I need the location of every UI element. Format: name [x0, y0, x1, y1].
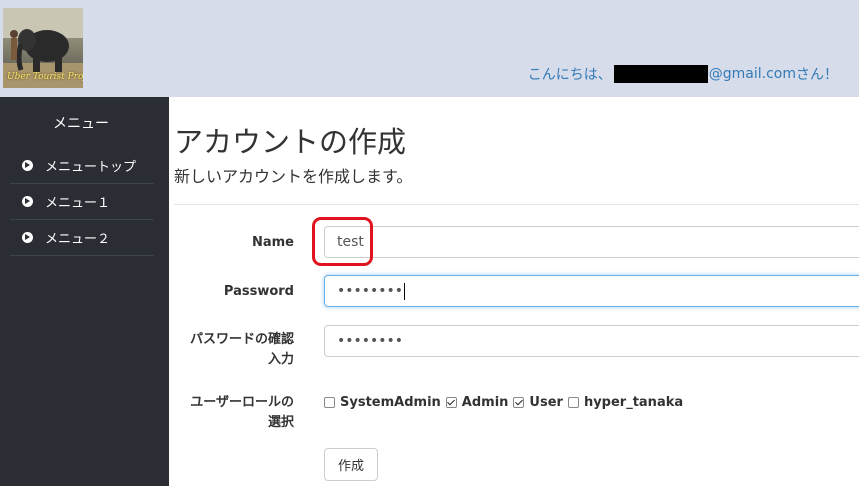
role-label: hyper_tanaka	[583, 395, 684, 410]
password-confirm-label-line1: パスワードの確認	[189, 332, 294, 347]
sidebar-title: メニュー	[53, 116, 109, 132]
role-user-checkbox[interactable]	[513, 397, 525, 408]
sidebar-item-label: メニュートップ	[45, 159, 137, 175]
role-label: SystemAdmin	[340, 395, 441, 410]
role-hyper-tanaka-checkbox[interactable]	[567, 397, 579, 408]
divider	[174, 204, 859, 205]
role-systemadmin-checkbox[interactable]	[324, 397, 335, 408]
role-label: Admin	[461, 395, 509, 410]
page-subtitle: 新しいアカウントを作成します。	[174, 167, 413, 186]
logo[interactable]: Uber Tourist Project	[3, 8, 83, 88]
roles-label-line1: ユーザーロールの	[190, 395, 294, 410]
sidebar-item-label: メニュー１	[45, 195, 111, 211]
arrow-circle-right-icon	[22, 159, 33, 171]
role-user[interactable]: User	[513, 395, 563, 410]
page-title: アカウントの作成	[174, 125, 407, 159]
password-confirm-label-line2: 入力	[267, 352, 294, 367]
password-confirm-input[interactable]: ••••••••	[324, 325, 859, 357]
text-caret	[404, 282, 406, 300]
password-confirm-label: パスワードの確認 入力	[190, 330, 294, 370]
roles-label-line2: 選択	[267, 415, 294, 430]
greeting: こんにちは、 @gmail.com さん！	[528, 64, 838, 84]
password-input[interactable]: ••••••••	[324, 275, 859, 307]
greeting-suffix: さん！	[796, 67, 838, 83]
arrow-circle-right-icon	[22, 195, 33, 207]
main-content: アカウントの作成 新しいアカウントを作成します。 Name test Passw…	[169, 97, 859, 486]
header: Uber Tourist Project こんにちは、 @gmail.com さ…	[0, 0, 859, 97]
sidebar-item-menu-1[interactable]: メニュー１	[10, 183, 154, 220]
role-label: User	[529, 395, 563, 410]
password-input-value: ••••••••	[337, 283, 404, 299]
roles-checkbox-group: SystemAdmin Admin User hyper_tanaka	[324, 395, 688, 410]
create-button[interactable]: 作成	[324, 448, 378, 481]
greeting-prefix: こんにちは、	[527, 67, 612, 83]
password-label: Password	[223, 284, 294, 299]
role-admin-checkbox[interactable]	[445, 397, 457, 408]
password-confirm-input-value: ••••••••	[337, 333, 404, 349]
role-systemadmin[interactable]: SystemAdmin	[324, 395, 441, 410]
arrow-circle-right-icon	[22, 231, 33, 243]
sidebar-item-menu-top[interactable]: メニュートップ	[10, 147, 154, 184]
sidebar-item-label: メニュー２	[45, 231, 111, 247]
roles-label: ユーザーロールの 選択	[190, 393, 294, 433]
highlight-annotation	[312, 217, 373, 266]
redacted-username	[613, 65, 708, 83]
name-label: Name	[251, 235, 294, 250]
sidebar: メニュー メニュートップ メニュー１ メニュー２	[0, 97, 169, 486]
sidebar-item-menu-2[interactable]: メニュー２	[10, 219, 154, 256]
role-hyper-tanaka[interactable]: hyper_tanaka	[567, 395, 684, 410]
role-admin[interactable]: Admin	[445, 395, 509, 410]
name-input[interactable]: test	[324, 226, 859, 258]
greeting-email-domain[interactable]: @gmail.com	[709, 66, 796, 82]
logo-text: Uber Tourist Project	[7, 72, 83, 82]
